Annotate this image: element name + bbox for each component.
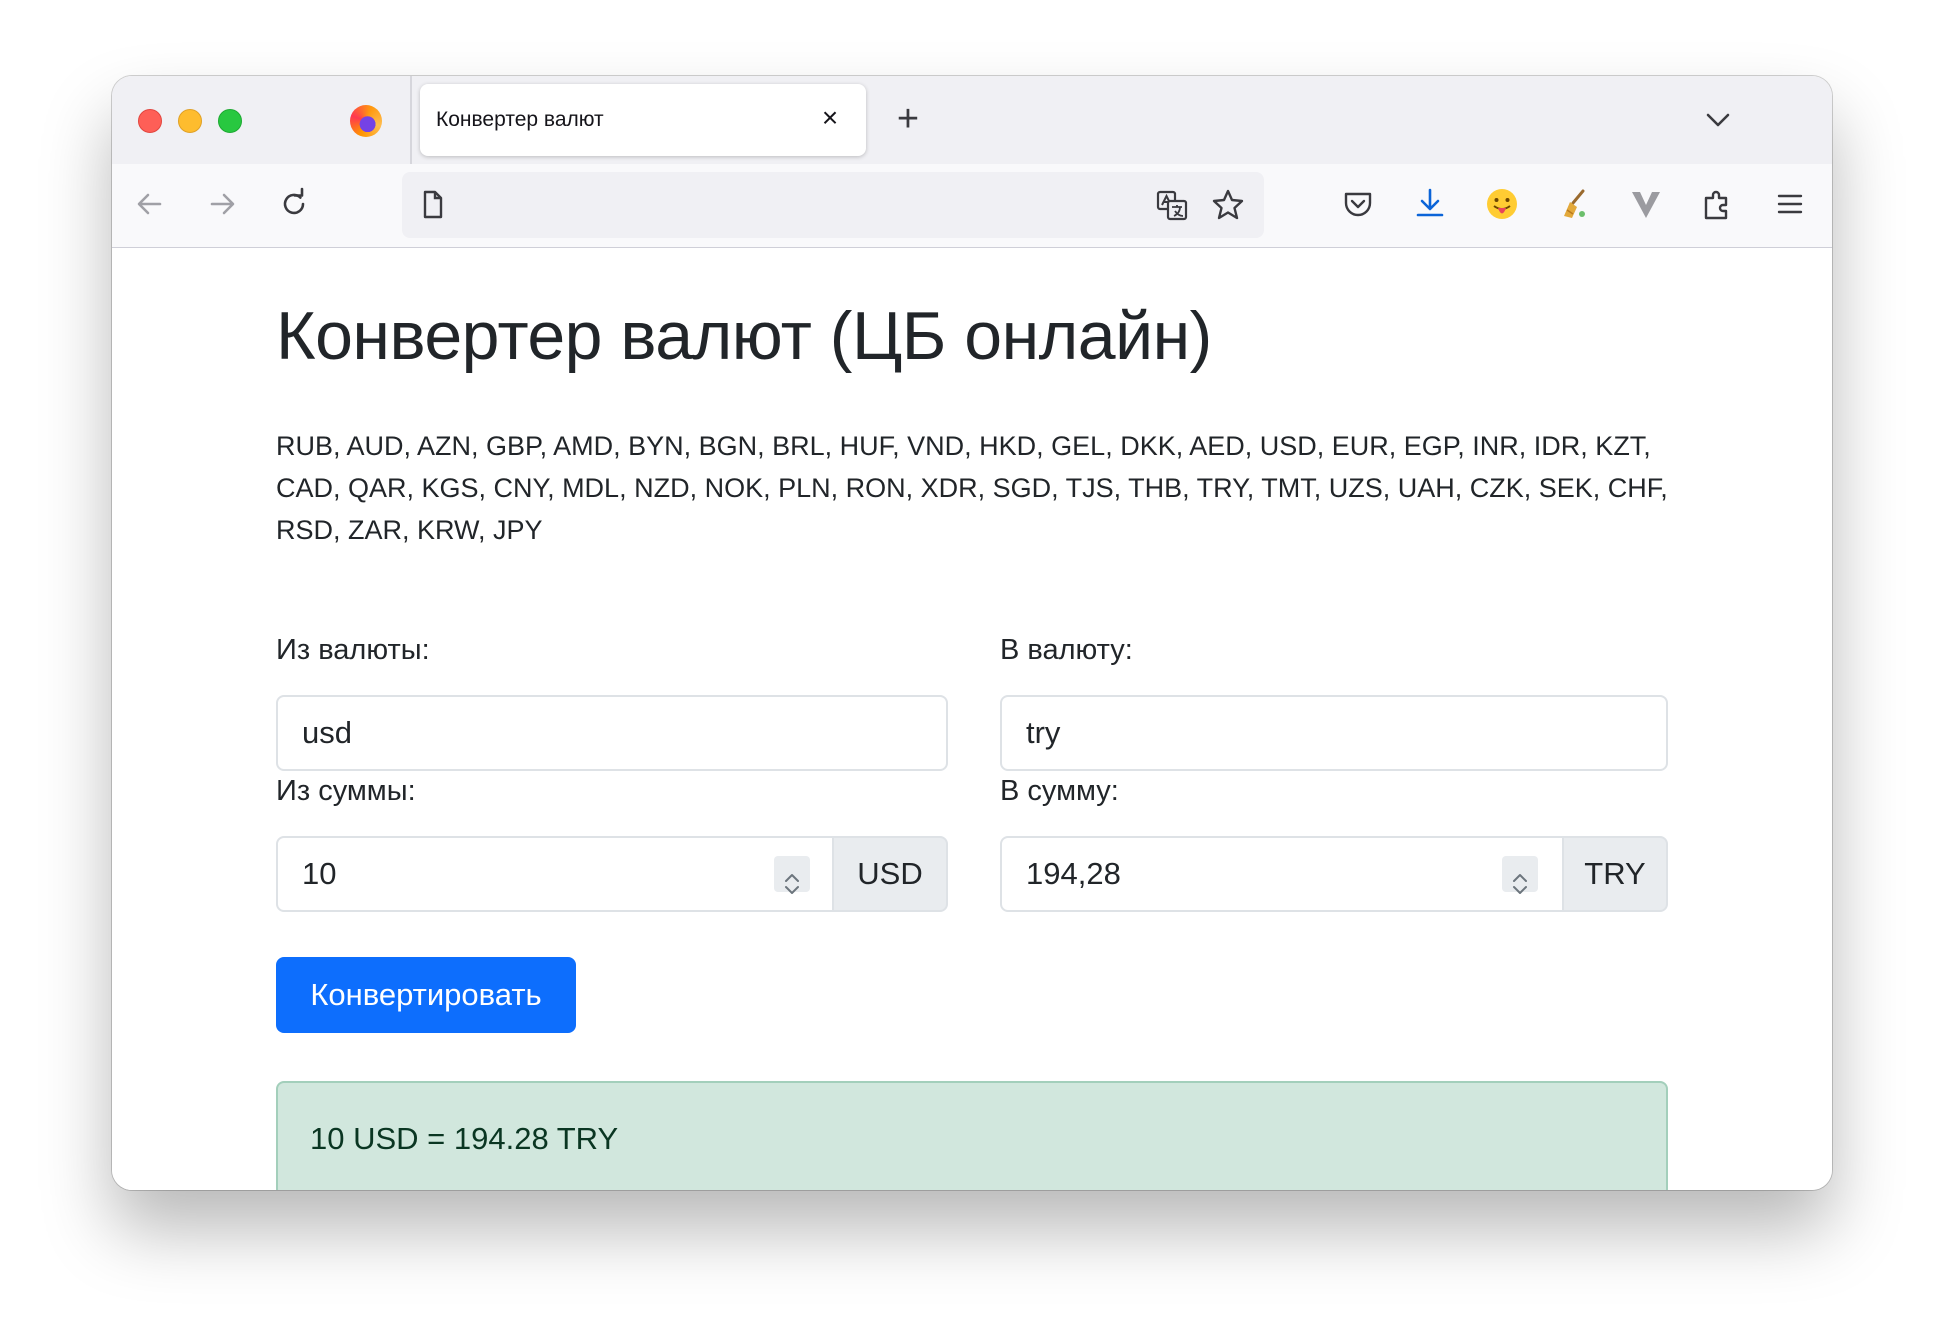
minimize-window-button[interactable] [178, 109, 202, 133]
tab-separator [410, 76, 412, 164]
to-amount-spinner-icon[interactable] [1502, 856, 1538, 894]
to-currency-label: В валюту: [1000, 634, 1133, 666]
v-extension-icon[interactable] [1628, 186, 1664, 222]
from-amount-input[interactable]: 10 [276, 836, 834, 912]
forward-arrow-icon[interactable] [204, 186, 240, 222]
zoom-window-button[interactable] [218, 109, 242, 133]
translate-icon[interactable] [1154, 187, 1190, 223]
result-text: 10 USD = 194.28 TRY [310, 1121, 619, 1156]
tab-title: Конвертер валют [436, 108, 604, 131]
result-alert: 10 USD = 194.28 TRY [276, 1081, 1668, 1190]
page-content: Конвертер валют (ЦБ онлайн) RUB, AUD, AZ… [112, 249, 1832, 1190]
to-amount-value: 194,28 [1026, 856, 1121, 891]
browser-window: Конвертер валют × + Конвертер валют (ЦБ … [112, 76, 1832, 1190]
convert-button[interactable]: Конвертировать [276, 957, 576, 1033]
address-bar[interactable] [402, 172, 1264, 238]
back-arrow-icon[interactable] [132, 186, 168, 222]
from-amount-value: 10 [302, 856, 337, 891]
navigation-toolbar [112, 164, 1832, 248]
from-amount-currency-addon: USD [832, 836, 948, 912]
from-amount-spinner-icon[interactable] [774, 856, 810, 894]
currency-codes-list: RUB, AUD, AZN, GBP, AMD, BYN, BGN, BRL, … [276, 431, 1668, 545]
page-title: Конвертер валют (ЦБ онлайн) [276, 298, 1212, 374]
bookmark-star-icon[interactable] [1210, 187, 1246, 223]
new-tab-button[interactable]: + [890, 100, 926, 138]
to-amount-input[interactable]: 194,28 [1000, 836, 1564, 912]
tab-active[interactable]: Конвертер валют × [420, 84, 866, 156]
list-all-tabs-icon[interactable] [1700, 102, 1736, 138]
from-currency-input[interactable]: usd [276, 695, 948, 771]
downloads-icon[interactable] [1412, 186, 1448, 222]
firefox-view-icon[interactable] [350, 105, 382, 137]
menu-hamburger-icon[interactable] [1772, 186, 1808, 222]
emoji-extension-icon[interactable] [1484, 186, 1520, 222]
from-currency-label: Из валюты: [276, 634, 430, 666]
tab-close-icon[interactable]: × [816, 104, 844, 132]
to-amount-currency-addon: TRY [1562, 836, 1668, 912]
pocket-icon[interactable] [1340, 186, 1376, 222]
to-currency-input[interactable]: try [1000, 695, 1668, 771]
tab-strip: Конвертер валют × + [112, 76, 1832, 164]
from-amount-label: Из суммы: [276, 775, 416, 807]
page-icon [414, 187, 450, 223]
broom-extension-icon[interactable] [1556, 186, 1592, 222]
reload-icon[interactable] [276, 186, 312, 222]
close-window-button[interactable] [138, 109, 162, 133]
extensions-puzzle-icon[interactable] [1700, 186, 1736, 222]
to-amount-label: В сумму: [1000, 775, 1119, 807]
